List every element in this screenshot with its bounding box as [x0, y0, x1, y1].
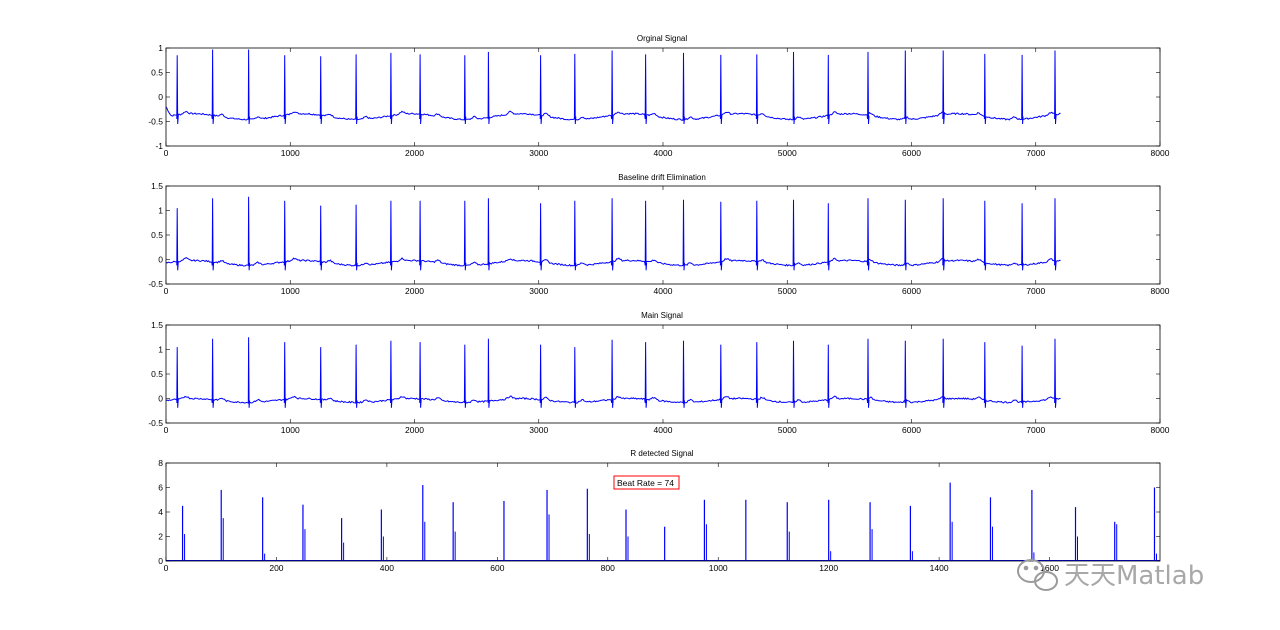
x-tick-label: 0 [164, 563, 169, 573]
ecg-line-series [165, 49, 1061, 125]
axes-frame [165, 47, 1161, 147]
x-tick-label: 1200 [819, 563, 838, 573]
x-tick-label: 0 [164, 286, 169, 296]
axes-title: R detected Signal [630, 449, 693, 458]
x-tick-label: 400 [380, 563, 394, 573]
y-tick-label: 4 [158, 507, 163, 517]
axes-ticks: 0 1000 2000 3000 4000 5000 6000 7000 8000-0.500.… [148, 320, 1169, 435]
x-tick-label: 3000 [529, 286, 548, 296]
y-tick-label: 1 [158, 43, 163, 53]
y-tick-label: 6 [158, 483, 163, 493]
x-tick-label: 2000 [405, 148, 424, 158]
axes-ticks: 0 200 400 600 800 1000 1200 1400 160002468 [158, 458, 1160, 573]
x-tick-label: 1000 [281, 148, 300, 158]
y-tick-label: 1 [158, 345, 163, 355]
x-tick-label: 1000 [709, 563, 728, 573]
x-tick-label: 4000 [654, 148, 673, 158]
x-tick-label: 8000 [1151, 425, 1170, 435]
x-tick-label: 5000 [778, 148, 797, 158]
x-tick-label: 2000 [405, 425, 424, 435]
x-tick-label: 1400 [930, 563, 949, 573]
axes-frame [165, 185, 1161, 285]
axes-r-detected: R detected Signal 0 200 400 600 800 1000 1200 1… [158, 449, 1161, 573]
x-tick-label: 6000 [902, 425, 921, 435]
axes-title: Main Signal [641, 311, 683, 320]
beat-rate-annotation: Beat Rate = 74 [613, 475, 680, 490]
stem-series [166, 482, 1160, 561]
axes-ticks: 0 1000 2000 3000 4000 5000 6000 7000 8000 -1 -0.5 0… [148, 43, 1169, 158]
axes-title: Baseline drift Elimination [618, 173, 706, 182]
y-tick-label: -0.5 [148, 418, 163, 428]
y-tick-label: 0 [158, 92, 163, 102]
axes-baseline-drift: Baseline drift Elimination 0 1000 2000 3000… [148, 173, 1169, 296]
y-tick-label: -0.5 [148, 279, 163, 289]
y-tick-label: -0.5 [148, 117, 163, 127]
x-tick-label: 4000 [654, 286, 673, 296]
y-tick-label: 1.5 [151, 320, 163, 330]
x-tick-label: 6000 [902, 286, 921, 296]
axes-ticks: 0 1000 2000 3000 4000 5000 6000 7000 8000-0.500.… [148, 181, 1169, 296]
x-tick-label: 7000 [1026, 425, 1045, 435]
x-tick-label: 3000 [529, 148, 548, 158]
y-tick-label: 0 [158, 255, 163, 265]
x-tick-label: 1000 [281, 425, 300, 435]
y-tick-label: 0 [158, 394, 163, 404]
y-tick-label: -1 [155, 141, 163, 151]
x-tick-label: 600 [490, 563, 504, 573]
x-tick-label: 8000 [1151, 148, 1170, 158]
x-tick-label: 2000 [405, 286, 424, 296]
x-tick-label: 5000 [778, 286, 797, 296]
x-tick-label: 200 [269, 563, 283, 573]
x-tick-label: 8000 [1151, 286, 1170, 296]
y-tick-label: 2 [158, 532, 163, 542]
figure: Orginal Signal 0 1000 2000 3000 4000 5000 6000… [148, 34, 1204, 591]
y-tick-label: 1.5 [151, 181, 163, 191]
annotation-text: Beat Rate = 74 [617, 478, 674, 488]
y-tick-label: 8 [158, 458, 163, 468]
ecg-line-series [165, 196, 1061, 271]
ecg-line-series [165, 337, 1061, 408]
x-tick-label: 1000 [281, 286, 300, 296]
y-tick-label: 0 [158, 556, 163, 566]
x-tick-label: 0 [164, 425, 169, 435]
x-tick-label: 0 [164, 148, 169, 158]
axes-main-signal: Main Signal 0 1000 2000 3000 4000 5000 6000 700… [148, 311, 1169, 435]
axes-frame [165, 324, 1161, 424]
axes-title: Orginal Signal [637, 34, 687, 43]
y-tick-label: 1 [158, 206, 163, 216]
x-tick-label: 3000 [529, 425, 548, 435]
x-tick-label: 5000 [778, 425, 797, 435]
y-tick-label: 0.5 [151, 68, 163, 78]
x-tick-label: 4000 [654, 425, 673, 435]
x-tick-label: 7000 [1026, 286, 1045, 296]
y-tick-label: 0.5 [151, 369, 163, 379]
x-tick-label: 800 [601, 563, 615, 573]
axes-original-signal: Orginal Signal 0 1000 2000 3000 4000 5000 6000… [148, 34, 1169, 158]
y-tick-label: 0.5 [151, 230, 163, 240]
watermark-text: 天天Matlab [1064, 561, 1204, 591]
x-tick-label: 6000 [902, 148, 921, 158]
x-tick-label: 7000 [1026, 148, 1045, 158]
